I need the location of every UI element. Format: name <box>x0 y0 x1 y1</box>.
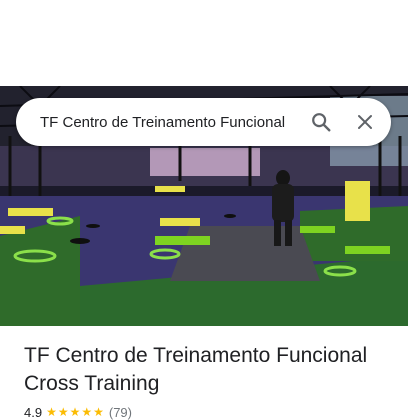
close-icon <box>358 115 372 129</box>
rating-value: 4.9 <box>24 404 43 420</box>
clear-button[interactable] <box>343 98 387 146</box>
place-title: TF Centro de Treinamento Funcional Cross… <box>24 344 368 395</box>
review-count[interactable]: (79) <box>109 405 132 420</box>
search-icon <box>312 113 331 132</box>
rating-row[interactable]: 4.9 ★★★★★ (79) <box>24 404 132 420</box>
search-button[interactable] <box>299 98 343 146</box>
star-rating-icon: ★★★★★ <box>46 405 105 419</box>
search-query[interactable]: TF Centro de Treinamento Funcional <box>40 114 291 131</box>
search-bar[interactable]: TF Centro de Treinamento Funcional <box>16 98 391 146</box>
